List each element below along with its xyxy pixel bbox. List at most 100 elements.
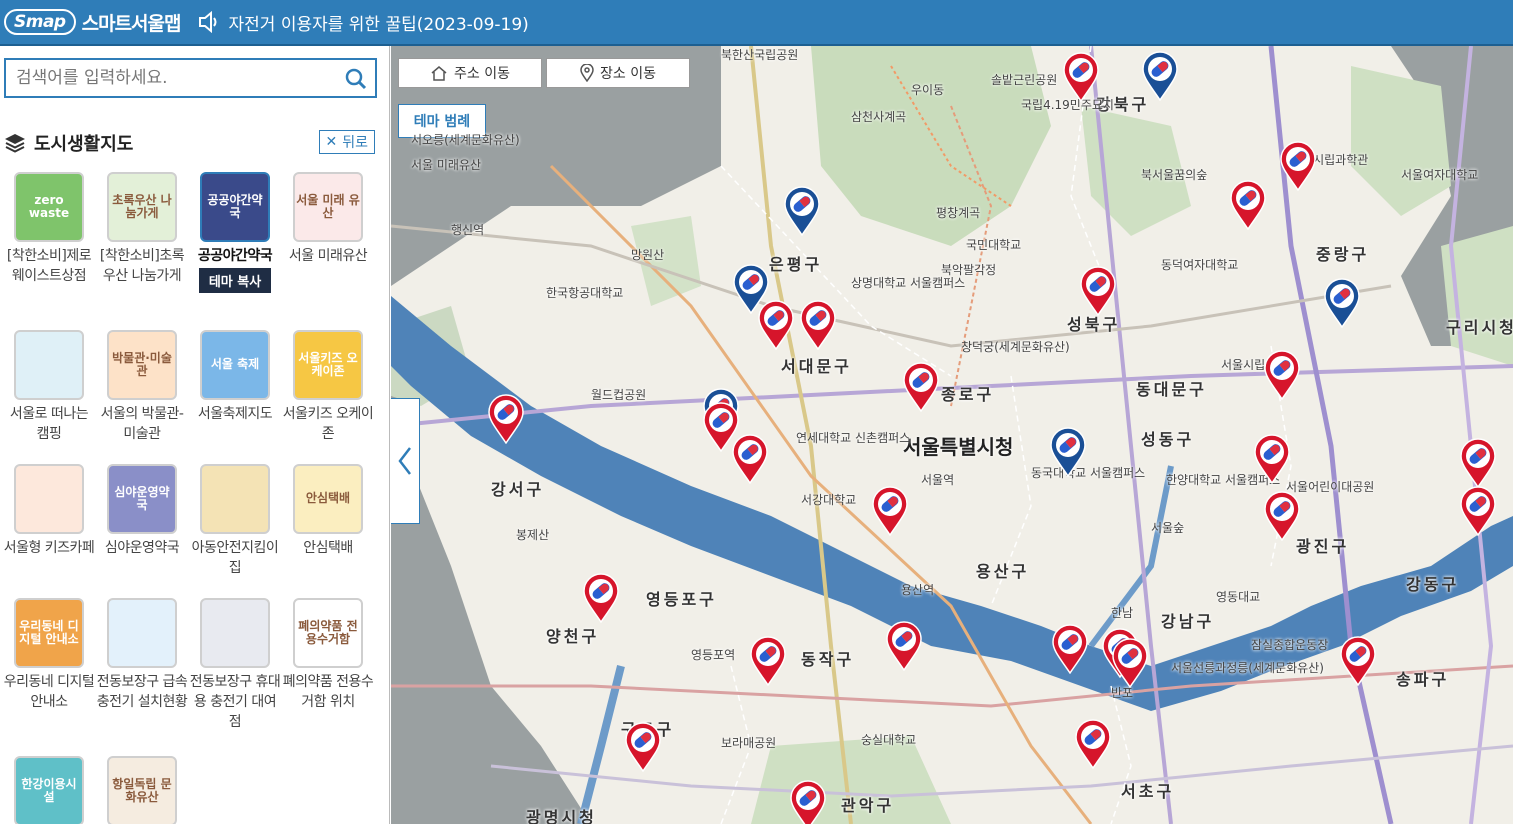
pharmacy-pin-icon[interactable] [1141,51,1179,101]
pharmacy-pin-icon[interactable] [871,486,909,536]
pharmacy-pin-icon[interactable] [1074,719,1112,769]
pharmacy-pin-icon[interactable] [1263,491,1301,541]
pharmacy-pin-icon[interactable] [1111,638,1149,688]
kids-ok-zone-icon[interactable]: 서울키즈 오케이존 [293,330,363,400]
theme-item[interactable]: 서울 미래 유산서울 미래유산 [281,172,375,266]
back-button[interactable]: ✕ 뒤로 [318,130,375,154]
theme-label: [착한소비]초록우산 나눔가게 [99,248,185,284]
safe-delivery-icon[interactable]: 안심택배 [293,464,363,534]
hangang-facility-icon[interactable]: 한강이용시설 [14,756,84,824]
independence-heritage-icon[interactable]: 항일독립 문화유산 [107,756,177,824]
theme-item[interactable]: 서울형 키즈카페 [2,464,96,558]
theme-tile-text: 서울 축제 [210,357,260,372]
pharmacy-pin-icon[interactable] [789,780,827,824]
pharmacy-pin-icon[interactable] [1051,624,1089,674]
place-label: 서울여자대학교 [1401,168,1479,182]
pharmacy-pin-icon[interactable] [1323,278,1361,328]
address-move-label: 주소 이동 [454,66,510,82]
theme-item[interactable]: 폐의약품 전용수거함폐의약품 전용수거함 위치 [281,598,375,712]
address-move-button[interactable]: 주소 이동 [398,58,542,88]
theme-item[interactable]: 항일독립 문화유산 [95,756,189,824]
green-umbrella-icon[interactable]: 초록우산 나눔가게 [107,172,177,242]
theme-item[interactable]: zero waste [착한소비]제로웨이스트상점 [2,172,96,286]
medicine-bin-icon[interactable]: 폐의약품 전용수거함 [293,598,363,668]
section-header: 도시생활지도 ✕ 뒤로 [4,130,379,156]
theme-item[interactable]: 서울 축제 서울축제지도 [188,330,282,424]
notice-banner[interactable]: 자전거 이용자를 위한 꿀팁(2023-09-19) [197,10,529,35]
future-heritage-icon[interactable]: 서울 미래 유산 [293,172,363,242]
wheelchair-rental-icon[interactable] [200,598,270,668]
child-safety-icon[interactable] [200,464,270,534]
pharmacy-pin-icon[interactable] [1229,180,1267,230]
museum-icon[interactable]: 박물관·미술관 [107,330,177,400]
festival-icon[interactable]: 서울 축제 [200,330,270,400]
place-label: 봉제산 [516,528,550,542]
theme-label: 전동보장구 급속충전기 설치현황 [96,674,188,710]
place-move-button[interactable]: 장소 이동 [546,58,690,88]
pharmacy-pin-icon[interactable] [487,394,525,444]
theme-item[interactable]: 전동보장구 급속충전기 설치현황 [95,598,189,712]
pharmacy-pin-icon[interactable] [1459,438,1497,488]
district-label: 강서구 [491,480,545,499]
logo[interactable]: Smap 스마트서울맵 [4,9,181,36]
district-label: 광진구 [1296,537,1350,556]
zero-waste-icon[interactable]: zero waste [14,172,84,242]
district-label: 중랑구 [1316,245,1370,264]
pharmacy-pin-icon[interactable] [1253,434,1291,484]
theme-tile-text: 우리동네 디지털 안내소 [19,618,79,646]
search-input[interactable] [6,60,326,96]
pharmacy-pin-icon[interactable] [1263,350,1301,400]
theme-item[interactable]: 공공야간약국 공공야간약국 테마 복사 [188,172,282,293]
search-box [4,58,377,98]
theme-item[interactable]: 서울키즈 오케이존 서울키즈 오케이존 [281,330,375,444]
pharmacy-pin-icon[interactable] [1459,486,1497,536]
theme-item[interactable]: 초록우산 나눔가게 [착한소비]초록우산 나눔가게 [95,172,189,286]
layers-icon [5,134,25,153]
search-icon[interactable] [345,68,367,90]
theme-item[interactable]: 전동보장구 휴대용 충전기 대여점 [188,598,282,732]
wheelchair-charger-icon[interactable] [107,598,177,668]
theme-item[interactable]: 박물관·미술관 서울의 박물관-미술관 [95,330,189,444]
pharmacy-pin-icon[interactable] [1079,266,1117,316]
theme-tile-text: 항일독립 문화유산 [112,776,172,804]
theme-item[interactable]: 한강이용시설 [2,756,96,824]
pharmacy-pin-icon[interactable] [757,300,795,350]
district-label: 송파구 [1396,670,1450,689]
place-move-label: 장소 이동 [600,66,656,82]
pharmacy-pin-icon[interactable] [1339,636,1377,686]
place-label: 평창계곡 [936,206,981,220]
top-bar: Smap 스마트서울맵 자전거 이용자를 위한 꿀팁(2023-09-19) [0,0,1513,46]
late-pharmacy-icon[interactable]: 심야운영약국 [107,464,177,534]
place-label: 북서울꿈의숲 [1141,168,1208,182]
theme-item[interactable]: 심야운영약국 심야운영약국 [95,464,189,558]
theme-tile-text: 심야운영약국 [114,484,170,512]
theme-item[interactable]: 서울로 떠나는 캠핑 [2,330,96,444]
theme-label: 폐의약품 전용수거함 위치 [282,674,374,710]
sidebar-collapse-button[interactable] [391,398,420,524]
pharmacy-pin-icon[interactable] [749,636,787,686]
district-label: 구리시청 [1446,318,1513,337]
pharmacy-pin-icon[interactable] [1049,427,1087,477]
theme-item[interactable]: 안심택배 안심택배 [281,464,375,558]
theme-item[interactable]: 아동안전지킴이집 [188,464,282,578]
pharmacy-pin-icon[interactable] [885,621,923,671]
pharmacy-pin-icon[interactable] [582,573,620,623]
digital-guide-icon[interactable]: 우리동네 디지털 안내소 [14,598,84,668]
theme-label: 서울 미래유산 [288,248,368,264]
pharmacy-pin-icon[interactable] [799,300,837,350]
district-label: 은평구 [769,255,823,274]
kids-cafe-icon[interactable] [14,464,84,534]
camping-icon[interactable] [14,330,84,400]
pharmacy-pin-icon[interactable] [1279,141,1317,191]
pharmacy-pin-icon[interactable] [902,362,940,412]
theme-item[interactable]: 우리동네 디지털 안내소 우리동네 디지털안내소 [2,598,96,712]
pharmacy-pin-icon[interactable] [1062,52,1100,102]
theme-label: 서울로 떠나는 캠핑 [9,406,89,442]
map-view[interactable]: 주소 이동 장소 이동 테마 범례 강북구 은평구 성북구 중랑구 서대문구 종로구 동대문… [391,46,1513,824]
pharmacy-pin-icon[interactable] [783,186,821,236]
night-pharmacy-icon[interactable]: 공공야간약국 [200,172,270,242]
copy-theme-button[interactable]: 테마 복사 [198,268,272,293]
pharmacy-pin-icon[interactable] [731,434,769,484]
district-label: 용산구 [976,562,1030,581]
pharmacy-pin-icon[interactable] [624,722,662,772]
